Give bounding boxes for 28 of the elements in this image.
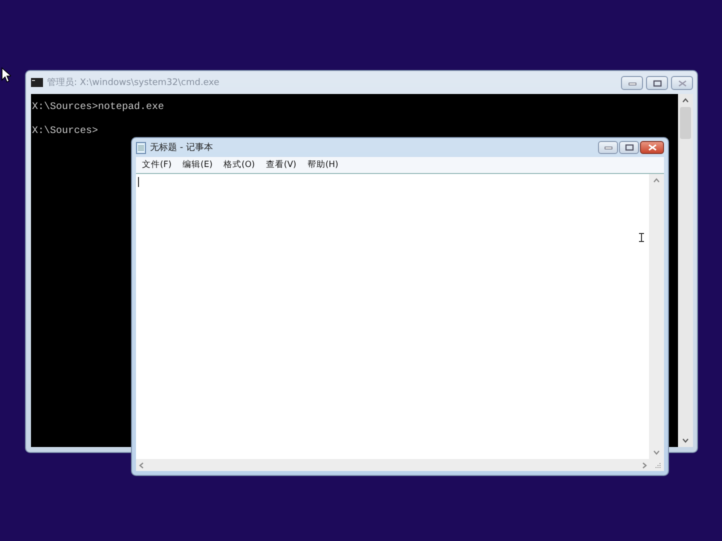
close-icon xyxy=(648,144,656,151)
mouse-pointer-icon xyxy=(1,67,11,83)
notepad-icon xyxy=(136,142,146,154)
maximize-icon xyxy=(652,80,662,86)
window-title: 无标题 - 记事本 xyxy=(150,142,213,154)
minimize-icon xyxy=(604,145,612,150)
menu-item[interactable]: 格式(O) xyxy=(224,159,255,171)
maximize-icon xyxy=(624,144,634,151)
menu-item[interactable]: 查看(V) xyxy=(266,159,296,171)
console-icon xyxy=(31,78,43,87)
maximize-button[interactable] xyxy=(619,141,639,154)
console-line: X:\Sources>notepad.exe xyxy=(32,102,164,114)
menu-item[interactable]: 编辑(E) xyxy=(182,159,213,171)
console-line: X:\Sources> xyxy=(32,126,98,138)
resize-grip-icon xyxy=(653,461,661,469)
text-cursor-icon xyxy=(639,233,644,242)
menu-item[interactable]: 帮助(H) xyxy=(307,159,338,171)
vertical-scrollbar[interactable] xyxy=(649,174,664,459)
maximize-button[interactable] xyxy=(646,76,668,90)
close-icon xyxy=(678,80,686,86)
minimize-button[interactable] xyxy=(621,76,643,90)
vertical-scrollbar[interactable] xyxy=(678,94,693,447)
close-button[interactable] xyxy=(640,141,664,154)
scrollbar-thumb[interactable] xyxy=(680,107,691,139)
menu-item[interactable]: 文件(F) xyxy=(142,159,172,171)
minimize-icon xyxy=(628,80,636,86)
minimize-button[interactable] xyxy=(598,141,618,154)
window-title: 管理员: X:\windows\system32\cmd.exe xyxy=(47,76,220,89)
